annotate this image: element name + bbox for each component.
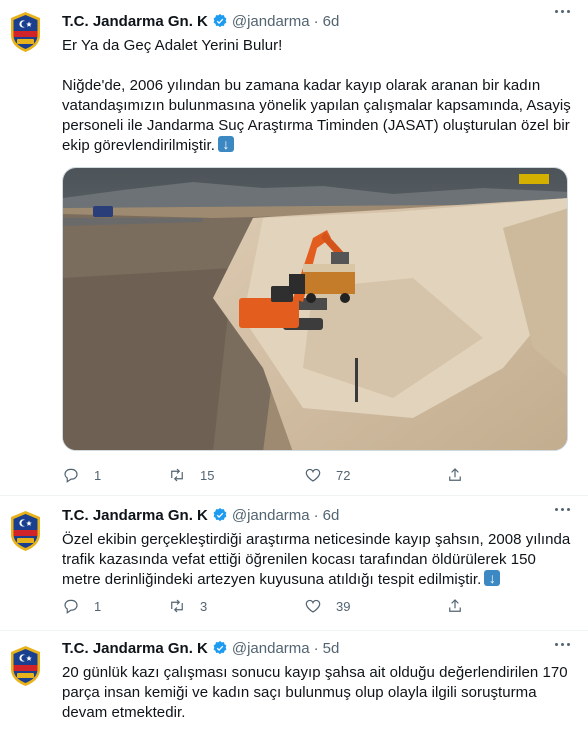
separator: · — [313, 639, 319, 657]
retweet-icon — [171, 599, 183, 613]
like-icon — [305, 599, 321, 613]
tweet-text: 20 günlük kazı çalışması sonucu kayıp şa… — [62, 663, 574, 723]
timestamp[interactable]: 5d — [323, 640, 340, 657]
share-button[interactable] — [446, 466, 464, 484]
share-icon — [449, 599, 461, 612]
like-button[interactable]: 72 — [304, 466, 446, 484]
excavation-site-photo — [63, 168, 567, 450]
verified-badge-icon — [213, 14, 227, 28]
tweet-1[interactable]: T.C. Jandarma Gn. K @jandarma · 6d Er Ya… — [0, 0, 588, 496]
author-name[interactable]: T.C. Jandarma Gn. K — [62, 13, 208, 30]
author-name[interactable]: T.C. Jandarma Gn. K — [62, 640, 208, 657]
timestamp[interactable]: 6d — [323, 13, 340, 30]
tweet-3[interactable]: T.C. Jandarma Gn. K @jandarma · 5d 20 gü… — [0, 631, 588, 731]
tweet-actions: 1 15 72 — [62, 466, 502, 484]
verified-badge-icon — [213, 641, 227, 655]
separator: · — [313, 506, 319, 524]
retweet-icon — [171, 468, 183, 482]
timestamp[interactable]: 6d — [323, 507, 340, 524]
reply-icon — [64, 468, 78, 483]
reply-count: 1 — [94, 467, 102, 483]
tweet-2[interactable]: T.C. Jandarma Gn. K @jandarma · 6d Özel … — [0, 496, 588, 631]
tweet-text: Er Ya da Geç Adalet Yerini Bulur! Niğde'… — [62, 36, 574, 156]
author-handle[interactable]: @jandarma — [232, 13, 310, 30]
author-handle[interactable]: @jandarma — [232, 640, 310, 657]
tweet-text: Özel ekibin gerçekleştirdiği araştırma n… — [62, 530, 574, 590]
author-name[interactable]: T.C. Jandarma Gn. K — [62, 507, 208, 524]
tweet-actions: 1 3 39 — [62, 597, 502, 615]
tweet-headline: Er Ya da Geç Adalet Yerini Bulur! — [62, 37, 283, 54]
avatar[interactable] — [9, 645, 42, 687]
like-button[interactable]: 39 — [304, 597, 446, 615]
separator: · — [313, 12, 319, 30]
more-options-icon[interactable] — [555, 643, 570, 646]
arrow-down-emoji — [484, 568, 501, 588]
reply-button[interactable]: 1 — [62, 466, 168, 484]
reply-button[interactable]: 1 — [62, 597, 168, 615]
tweet-body: 20 günlük kazı çalışması sonucu kayıp şa… — [62, 664, 568, 721]
retweet-button[interactable]: 15 — [168, 466, 304, 484]
tweet-header: T.C. Jandarma Gn. K @jandarma · 6d — [62, 10, 574, 32]
reply-count: 1 — [94, 598, 102, 614]
tweet-header: T.C. Jandarma Gn. K @jandarma · 5d — [62, 637, 574, 659]
share-icon — [449, 468, 461, 481]
more-options-icon[interactable] — [555, 508, 570, 511]
reply-icon — [64, 599, 78, 614]
retweet-button[interactable]: 3 — [168, 597, 304, 615]
tweet-header: T.C. Jandarma Gn. K @jandarma · 6d — [62, 504, 574, 526]
tweet-photo[interactable] — [62, 167, 568, 451]
author-handle[interactable]: @jandarma — [232, 507, 310, 524]
tweet-body: Niğde'de, 2006 yılından bu zamana kadar … — [62, 77, 571, 154]
like-count: 72 — [336, 467, 351, 483]
avatar[interactable] — [9, 11, 42, 53]
retweet-count: 3 — [200, 598, 208, 614]
like-icon — [305, 468, 321, 482]
retweet-count: 15 — [200, 467, 215, 483]
share-button[interactable] — [446, 597, 464, 615]
avatar[interactable] — [9, 510, 42, 552]
like-count: 39 — [336, 598, 351, 614]
more-options-icon[interactable] — [555, 10, 570, 13]
verified-badge-icon — [213, 508, 227, 522]
arrow-down-emoji — [217, 134, 234, 154]
